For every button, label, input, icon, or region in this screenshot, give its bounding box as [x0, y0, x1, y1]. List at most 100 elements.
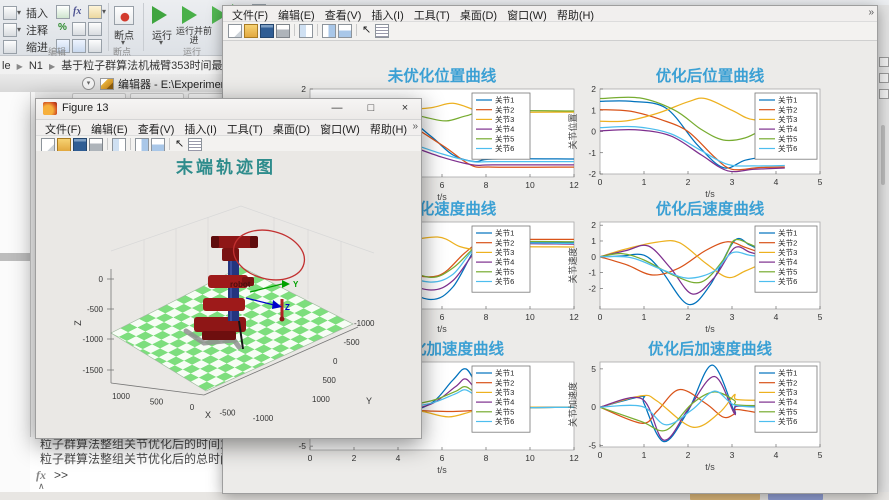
x-tick-label: 2 [686, 177, 691, 187]
print-icon[interactable] [89, 138, 103, 152]
command-window[interactable]: 粒子群算法整组关节优化后的时间为0.93粒子群算法整组关节优化后的总时间为4.2… [30, 437, 222, 492]
dock-icon[interactable] [879, 57, 889, 67]
menu-item[interactable]: 帮助(H) [552, 6, 599, 23]
x-tick-label: 12 [569, 312, 579, 322]
figure13-titlebar[interactable]: Figure 13 — □ × [36, 99, 421, 120]
chevron-down-icon: ▾ [17, 8, 21, 17]
toolbar-separator [107, 138, 108, 150]
toolbar-separator [130, 138, 131, 150]
y-tick-label: -500 [344, 338, 361, 347]
left-panel [0, 92, 35, 492]
x-tick-label: 3 [730, 177, 735, 187]
link-plot-icon[interactable] [299, 24, 313, 38]
legend-entry: 关节6 [495, 276, 514, 286]
command-prompt[interactable]: >> [54, 468, 68, 482]
menu-item[interactable]: 帮助(H) [365, 120, 412, 137]
menu-item[interactable]: 编辑(E) [273, 6, 320, 23]
minimize-button[interactable]: — [329, 101, 345, 116]
chevron-down-icon[interactable]: ▾ [159, 38, 163, 47]
menu-item[interactable]: 编辑(E) [86, 120, 133, 137]
scrollbar-thumb[interactable] [881, 125, 885, 185]
x-tick-label: 0 [598, 312, 603, 322]
menu-item[interactable]: 窗口(W) [315, 120, 365, 137]
new-doc-icon[interactable] [41, 138, 55, 152]
maximize-button[interactable]: □ [363, 101, 379, 116]
cursor-icon[interactable] [174, 138, 186, 150]
indent-label[interactable]: 缩进 [26, 39, 48, 55]
breakpoint-icon[interactable] [114, 6, 134, 25]
menu-item[interactable]: 工具(T) [222, 120, 268, 137]
x-axis-label: X [205, 410, 211, 420]
run-icon[interactable] [152, 6, 167, 24]
figure13-canvas: 0-500-1000-150010005000-500-1000-1000-50… [36, 151, 421, 438]
menu-item[interactable]: 查看(V) [133, 120, 180, 137]
plot-browser-icon[interactable] [151, 138, 165, 152]
cut-ribbon-icon[interactable] [3, 6, 17, 20]
menu-item[interactable]: 插入(I) [179, 120, 221, 137]
property-inspector-icon[interactable] [135, 138, 149, 152]
comment-icon[interactable] [88, 22, 102, 36]
menu-item[interactable]: 窗口(W) [502, 6, 552, 23]
menu-item[interactable]: 桌面(D) [268, 120, 315, 137]
close-button[interactable]: × [397, 101, 413, 116]
editor-title: 编辑器 - E:\Experiment file\N1\基于粒子群算 [118, 76, 222, 92]
subplot-title: 未优化位置曲线 [387, 66, 497, 85]
x-tick-label: 6 [440, 453, 445, 463]
menu-item[interactable]: 工具(T) [409, 6, 455, 23]
y-axis-label: Y [366, 396, 372, 406]
open-folder-icon[interactable] [57, 138, 71, 152]
comment-label[interactable]: 注释 [26, 22, 48, 38]
indent-settings-icon[interactable] [88, 39, 102, 53]
comment-icon[interactable] [72, 22, 86, 36]
legend-entry: 关节5 [495, 133, 514, 143]
cursor-icon[interactable] [361, 24, 373, 36]
breadcrumb-folder[interactable]: N1 [29, 60, 43, 72]
insert-label[interactable]: 插入 [26, 5, 48, 21]
legend: 关节1关节2关节3关节4关节5关节6 [755, 366, 817, 432]
legend-icon[interactable] [188, 138, 202, 152]
panel-splitter[interactable] [0, 253, 30, 261]
x-tick-label: 0 [598, 177, 603, 187]
print-icon[interactable] [276, 24, 290, 38]
link-plot-icon[interactable] [112, 138, 126, 152]
run-advance-icon[interactable] [182, 6, 197, 24]
open-folder-icon[interactable] [244, 24, 258, 38]
dock-icon[interactable] [879, 73, 889, 83]
menu-overflow-icon[interactable]: » [412, 121, 418, 132]
cut-ribbon-icon[interactable] [3, 40, 17, 54]
comment-percent-icon[interactable]: % [58, 22, 67, 33]
save-icon[interactable] [73, 138, 87, 152]
triad-z-label: Z [285, 303, 290, 312]
run-advance-button[interactable]: 运行并前进 [172, 27, 216, 45]
y-tick-label: -5 [588, 440, 596, 450]
x-tick-label: 3 [730, 450, 735, 460]
outdent-icon[interactable] [72, 39, 86, 53]
menu-item[interactable]: 桌面(D) [455, 6, 502, 23]
legend-icon[interactable] [375, 24, 389, 38]
x-tick-label: 3 [730, 312, 735, 322]
menu-overflow-icon[interactable]: » [868, 7, 874, 18]
menu-item[interactable]: 插入(I) [366, 6, 408, 23]
new-doc-icon[interactable] [228, 24, 242, 38]
breadcrumb[interactable]: le ▶ N1 ▶ 基于粒子群算法机械臂353时间最优多项式插值轨 [0, 56, 222, 75]
insert-figure-icon[interactable] [88, 5, 102, 19]
plot-browser-icon[interactable] [338, 24, 352, 38]
fx-icon[interactable]: fx [73, 6, 81, 17]
save-icon[interactable] [260, 24, 274, 38]
chevron-down-icon[interactable]: ▾ [102, 7, 106, 16]
x-tick-label: 0 [190, 403, 195, 412]
breadcrumb-file[interactable]: 基于粒子群算法机械臂353时间最优多项式插值轨 [61, 60, 222, 72]
legend-entry: 关节4 [778, 124, 797, 134]
y-tick-label: 1 [591, 236, 596, 246]
z-tick-label: 0 [99, 275, 104, 284]
command-collapse-icon[interactable]: ∧ [38, 481, 45, 492]
menu-item[interactable]: 查看(V) [320, 6, 367, 23]
menu-item[interactable]: 文件(F) [227, 6, 273, 23]
breadcrumb-prefix[interactable]: le [0, 60, 11, 72]
property-inspector-icon[interactable] [322, 24, 336, 38]
menu-item[interactable]: 文件(F) [40, 120, 86, 137]
cut-ribbon-icon[interactable] [3, 23, 17, 37]
insert-section-icon[interactable] [56, 5, 70, 19]
editor-collapse-icon[interactable]: ▾ [82, 77, 95, 90]
dock-icon[interactable] [879, 89, 889, 99]
